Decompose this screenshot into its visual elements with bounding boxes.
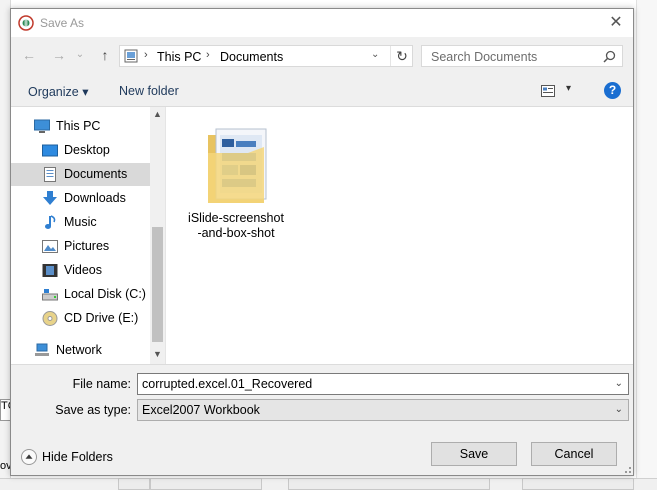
breadcrumb-documents[interactable]: Documents [220, 50, 283, 64]
background-right-panel [636, 0, 657, 489]
forward-button[interactable]: → [49, 46, 69, 64]
file-name-label: File name: [72, 377, 131, 391]
recent-locations-button[interactable]: ⌄ [73, 46, 87, 64]
save-type-value: Excel2007 Workbook [142, 403, 260, 417]
close-button[interactable]: ✕ [605, 13, 627, 33]
folder-icon [208, 128, 267, 203]
close-icon: ✕ [609, 14, 623, 31]
sidebar-item-label: This PC [56, 119, 101, 133]
desktop-icon [42, 144, 58, 157]
forward-arrow-icon: → [52, 47, 66, 63]
scrollbar-thumb[interactable] [152, 227, 163, 342]
pc-icon [34, 119, 50, 133]
navigation-pane: This PC Desktop Documents Downloads Musi… [11, 107, 165, 364]
documents-icon [44, 167, 56, 182]
browser-panes: This PC Desktop Documents Downloads Musi… [11, 106, 633, 365]
address-dropdown-icon[interactable]: ⌄ [371, 49, 379, 60]
up-arrow-icon: ↑ [101, 47, 109, 63]
sidebar-item-desktop[interactable]: Desktop [11, 139, 150, 162]
file-name-label: iSlide-screenshot-and-box-shot [188, 211, 284, 240]
save-type-label: Save as type: [55, 403, 131, 417]
up-button[interactable]: ↑ [95, 46, 115, 64]
navigation-scrollbar[interactable]: ▲ ▼ [150, 107, 165, 364]
sidebar-item-local-disk[interactable]: Local Disk (C:) [11, 283, 150, 306]
background-tab [522, 478, 634, 490]
local-disk-icon [42, 289, 58, 301]
save-button[interactable]: Save [431, 442, 517, 466]
resize-grip-icon[interactable] [621, 463, 631, 473]
sidebar-item-pictures[interactable]: Pictures [11, 235, 150, 258]
network-icon [35, 343, 49, 356]
downloads-icon [43, 191, 57, 205]
dialog-title: Save As [40, 16, 85, 30]
breadcrumb-separator: › [144, 49, 148, 61]
sidebar-item-label: Local Disk (C:) [64, 287, 146, 301]
search-input[interactable] [429, 48, 603, 66]
search-icon[interactable] [603, 50, 616, 63]
file-name-value[interactable]: corrupted.excel.01_Recovered [142, 377, 312, 391]
sidebar-item-label: Network [56, 343, 102, 357]
chevron-down-icon[interactable]: ⌄ [615, 378, 623, 389]
pictures-icon [42, 240, 58, 253]
sidebar-item-downloads[interactable]: Downloads [11, 187, 150, 210]
sidebar-item-music[interactable]: Music [11, 211, 150, 234]
refresh-icon: ↻ [396, 48, 408, 64]
cancel-button[interactable]: Cancel [531, 442, 617, 466]
breadcrumb-separator: › [206, 49, 210, 61]
view-options-dropdown[interactable]: ▾ [566, 83, 571, 94]
back-button[interactable]: ← [19, 46, 39, 64]
background-tab [288, 478, 490, 490]
chevron-down-icon: ⌄ [75, 49, 85, 60]
save-as-dialog: Save As ✕ ← → ⌄ ↑ › This PC › Documents … [10, 8, 634, 476]
command-bar: Organize ▾ New folder ▾ ? [11, 79, 633, 105]
app-icon [18, 15, 34, 31]
title-bar[interactable]: Save As ✕ [11, 9, 633, 37]
file-item[interactable]: iSlide-screenshot-and-box-shot [186, 123, 286, 243]
organize-button[interactable]: Organize ▾ [28, 84, 88, 99]
scroll-down-icon[interactable]: ▼ [153, 349, 162, 359]
sidebar-item-documents[interactable]: Documents [11, 163, 150, 186]
new-folder-button[interactable]: New folder [119, 84, 179, 98]
help-icon[interactable]: ? [604, 82, 621, 99]
background-tab [150, 478, 262, 490]
search-box[interactable] [421, 45, 623, 67]
breadcrumb-this-pc[interactable]: This PC [157, 50, 201, 64]
chevron-down-icon[interactable]: ⌄ [615, 404, 623, 415]
sidebar-item-videos[interactable]: Videos [11, 259, 150, 282]
change-view-icon[interactable] [541, 85, 555, 97]
sidebar-item-label: Documents [64, 167, 128, 181]
sidebar-item-this-pc[interactable]: This PC [11, 115, 150, 138]
sidebar-item-label: Pictures [64, 239, 110, 253]
save-type-select[interactable]: Excel2007 Workbook ⌄ [137, 399, 629, 421]
hide-folders-label: Hide Folders [42, 450, 113, 464]
music-icon [45, 215, 56, 229]
documents-location-icon [124, 49, 138, 63]
sidebar-item-label: Downloads [64, 191, 126, 205]
scroll-up-icon[interactable]: ▲ [153, 109, 162, 119]
file-list-pane: iSlide-screenshot-and-box-shot [166, 107, 633, 364]
file-name-field[interactable]: corrupted.excel.01_Recovered ⌄ [137, 373, 629, 395]
sidebar-item-label: Music [64, 215, 97, 229]
sidebar-item-network[interactable]: Network [11, 339, 150, 362]
background-tab [118, 478, 150, 490]
sidebar-item-label: CD Drive (E:) [64, 311, 139, 325]
back-arrow-icon: ← [22, 47, 36, 63]
sidebar-item-label: Videos [64, 263, 102, 277]
collapse-icon [21, 449, 37, 465]
sidebar-item-label: Desktop [64, 143, 110, 157]
address-bar[interactable]: › This PC › Documents ⌄ ↻ [119, 45, 413, 67]
cd-drive-icon [42, 311, 58, 326]
refresh-button[interactable]: ↻ [390, 46, 413, 66]
sidebar-item-cd-drive[interactable]: CD Drive (E:) [11, 307, 150, 330]
videos-icon [42, 264, 58, 277]
